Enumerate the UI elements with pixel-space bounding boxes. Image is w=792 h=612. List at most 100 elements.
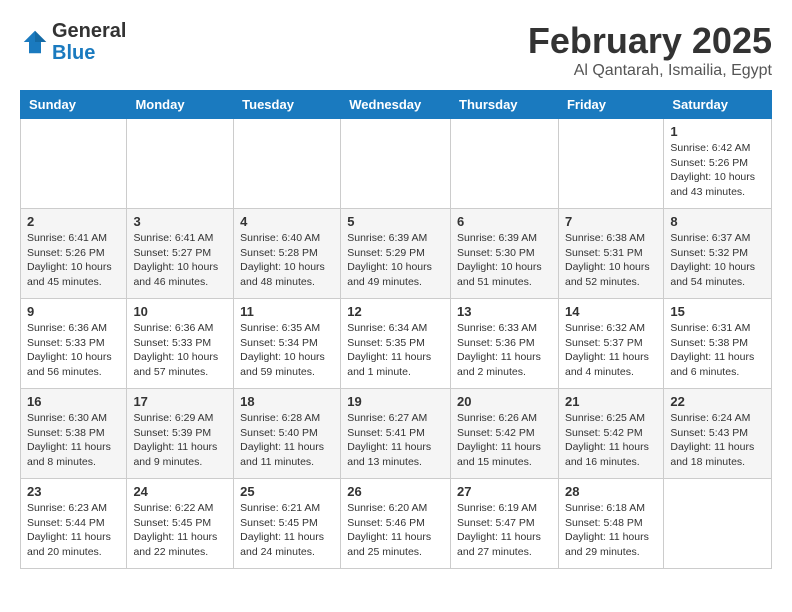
day-info: Sunrise: 6:27 AM Sunset: 5:41 PM Dayligh… [347, 411, 444, 470]
logo: General Blue [20, 20, 126, 64]
logo-text: General Blue [52, 20, 126, 64]
calendar-cell: 17Sunrise: 6:29 AM Sunset: 5:39 PM Dayli… [127, 389, 234, 479]
day-info: Sunrise: 6:32 AM Sunset: 5:37 PM Dayligh… [565, 321, 657, 380]
calendar-cell: 15 Sunrise: 6:31 AM Sunset: 5:38 PM Dayli… [664, 299, 772, 389]
calendar-cell [127, 119, 234, 209]
day-number: 27 [457, 484, 552, 499]
day-info: Sunrise: 6:35 AM Sunset: 5:34 PM Dayligh… [240, 321, 334, 380]
calendar-cell: 16 Sunrise: 6:30 AM Sunset: 5:38 PM Dayli… [21, 389, 127, 479]
day-info: Sunrise: 6:36 AM Sunset: 5:33 PM Dayligh… [133, 321, 227, 380]
calendar-cell: 18 Sunrise: 6:28 AM Sunset: 5:40 PM Dayli… [234, 389, 341, 479]
calendar-cell [234, 119, 341, 209]
calendar-cell: 1Sunrise: 6:42 AM Sunset: 5:26 PM Daylig… [664, 119, 772, 209]
calendar-cell [664, 479, 772, 569]
header-day: Saturday [664, 91, 772, 119]
day-number: 10 [133, 304, 227, 319]
calendar-cell: 28 Sunrise: 6:18 AM Sunset: 5:48 PM Dayli… [558, 479, 663, 569]
calendar-cell: 20Sunrise: 6:26 AM Sunset: 5:42 PM Dayli… [451, 389, 559, 479]
calendar-cell: 9 Sunrise: 6:36 AM Sunset: 5:33 PM Daylig… [21, 299, 127, 389]
header-row: SundayMondayTuesdayWednesdayThursdayFrid… [21, 91, 772, 119]
calendar-week-row: 9 Sunrise: 6:36 AM Sunset: 5:33 PM Daylig… [21, 299, 772, 389]
calendar-cell: 24 Sunrise: 6:22 AM Sunset: 5:45 PM Dayli… [127, 479, 234, 569]
calendar-body: 1Sunrise: 6:42 AM Sunset: 5:26 PM Daylig… [21, 119, 772, 569]
day-number: 3 [133, 214, 227, 229]
logo-icon [20, 27, 50, 57]
calendar-cell [451, 119, 559, 209]
day-info: Sunrise: 6:25 AM Sunset: 5:42 PM Dayligh… [565, 411, 657, 470]
calendar-cell: 26 Sunrise: 6:20 AM Sunset: 5:46 PM Dayli… [341, 479, 451, 569]
day-number: 13 [457, 304, 552, 319]
day-info: Sunrise: 6:19 AM Sunset: 5:47 PM Dayligh… [457, 501, 552, 560]
day-number: 15 [670, 304, 765, 319]
calendar-cell: 10 Sunrise: 6:36 AM Sunset: 5:33 PM Dayli… [127, 299, 234, 389]
day-info: Sunrise: 6:23 AM Sunset: 5:44 PM Dayligh… [27, 501, 120, 560]
header-day: Sunday [21, 91, 127, 119]
logo-blue: Blue [52, 42, 126, 64]
month-year-title: February 2025 [528, 20, 772, 62]
page-header: General Blue February 2025 Al Qantarah, … [20, 20, 772, 80]
day-number: 8 [670, 214, 765, 229]
day-number: 19 [347, 394, 444, 409]
calendar-cell [341, 119, 451, 209]
calendar-cell: 27 Sunrise: 6:19 AM Sunset: 5:47 PM Dayli… [451, 479, 559, 569]
day-info: Sunrise: 6:31 AM Sunset: 5:38 PM Dayligh… [670, 321, 765, 380]
day-info: Sunrise: 6:39 AM Sunset: 5:29 PM Dayligh… [347, 231, 444, 290]
day-number: 26 [347, 484, 444, 499]
day-info: Sunrise: 6:34 AM Sunset: 5:35 PM Dayligh… [347, 321, 444, 380]
day-number: 24 [133, 484, 227, 499]
calendar-cell: 2 Sunrise: 6:41 AM Sunset: 5:26 PM Daylig… [21, 209, 127, 299]
calendar-cell [558, 119, 663, 209]
header-day: Tuesday [234, 91, 341, 119]
header-day: Monday [127, 91, 234, 119]
calendar-header: SundayMondayTuesdayWednesdayThursdayFrid… [21, 91, 772, 119]
day-number: 17 [133, 394, 227, 409]
logo-general: General [52, 20, 126, 42]
day-number: 22 [670, 394, 765, 409]
calendar-cell: 7 Sunrise: 6:38 AM Sunset: 5:31 PM Daylig… [558, 209, 663, 299]
calendar-cell: 19 Sunrise: 6:27 AM Sunset: 5:41 PM Dayli… [341, 389, 451, 479]
day-info: Sunrise: 6:28 AM Sunset: 5:40 PM Dayligh… [240, 411, 334, 470]
calendar-cell: 3Sunrise: 6:41 AM Sunset: 5:27 PM Daylig… [127, 209, 234, 299]
calendar-cell: 21 Sunrise: 6:25 AM Sunset: 5:42 PM Dayli… [558, 389, 663, 479]
header-day: Wednesday [341, 91, 451, 119]
day-info: Sunrise: 6:39 AM Sunset: 5:30 PM Dayligh… [457, 231, 552, 290]
calendar-cell: 5Sunrise: 6:39 AM Sunset: 5:29 PM Daylig… [341, 209, 451, 299]
header-day: Thursday [451, 91, 559, 119]
day-info: Sunrise: 6:20 AM Sunset: 5:46 PM Dayligh… [347, 501, 444, 560]
calendar-cell: 6Sunrise: 6:39 AM Sunset: 5:30 PM Daylig… [451, 209, 559, 299]
day-number: 16 [27, 394, 120, 409]
day-number: 12 [347, 304, 444, 319]
calendar-week-row: 1Sunrise: 6:42 AM Sunset: 5:26 PM Daylig… [21, 119, 772, 209]
day-info: Sunrise: 6:22 AM Sunset: 5:45 PM Dayligh… [133, 501, 227, 560]
day-number: 1 [670, 124, 765, 139]
day-info: Sunrise: 6:36 AM Sunset: 5:33 PM Dayligh… [27, 321, 120, 380]
day-number: 11 [240, 304, 334, 319]
day-number: 23 [27, 484, 120, 499]
day-number: 2 [27, 214, 120, 229]
day-info: Sunrise: 6:21 AM Sunset: 5:45 PM Dayligh… [240, 501, 334, 560]
calendar-cell: 12 Sunrise: 6:34 AM Sunset: 5:35 PM Dayli… [341, 299, 451, 389]
day-info: Sunrise: 6:30 AM Sunset: 5:38 PM Dayligh… [27, 411, 120, 470]
day-info: Sunrise: 6:26 AM Sunset: 5:42 PM Dayligh… [457, 411, 552, 470]
day-number: 21 [565, 394, 657, 409]
header-day: Friday [558, 91, 663, 119]
day-number: 28 [565, 484, 657, 499]
day-number: 9 [27, 304, 120, 319]
day-info: Sunrise: 6:24 AM Sunset: 5:43 PM Dayligh… [670, 411, 765, 470]
calendar-cell: 25 Sunrise: 6:21 AM Sunset: 5:45 PM Dayli… [234, 479, 341, 569]
calendar-cell: 8Sunrise: 6:37 AM Sunset: 5:32 PM Daylig… [664, 209, 772, 299]
calendar-table: SundayMondayTuesdayWednesdayThursdayFrid… [20, 90, 772, 569]
day-info: Sunrise: 6:41 AM Sunset: 5:26 PM Dayligh… [27, 231, 120, 290]
day-info: Sunrise: 6:38 AM Sunset: 5:31 PM Dayligh… [565, 231, 657, 290]
calendar-cell: 11 Sunrise: 6:35 AM Sunset: 5:34 PM Dayli… [234, 299, 341, 389]
day-number: 25 [240, 484, 334, 499]
day-info: Sunrise: 6:40 AM Sunset: 5:28 PM Dayligh… [240, 231, 334, 290]
day-info: Sunrise: 6:33 AM Sunset: 5:36 PM Dayligh… [457, 321, 552, 380]
calendar-cell: 4Sunrise: 6:40 AM Sunset: 5:28 PM Daylig… [234, 209, 341, 299]
day-number: 18 [240, 394, 334, 409]
calendar-cell [21, 119, 127, 209]
day-info: Sunrise: 6:18 AM Sunset: 5:48 PM Dayligh… [565, 501, 657, 560]
location-subtitle: Al Qantarah, Ismailia, Egypt [528, 62, 772, 80]
day-number: 7 [565, 214, 657, 229]
calendar-cell: 13 Sunrise: 6:33 AM Sunset: 5:36 PM Dayli… [451, 299, 559, 389]
